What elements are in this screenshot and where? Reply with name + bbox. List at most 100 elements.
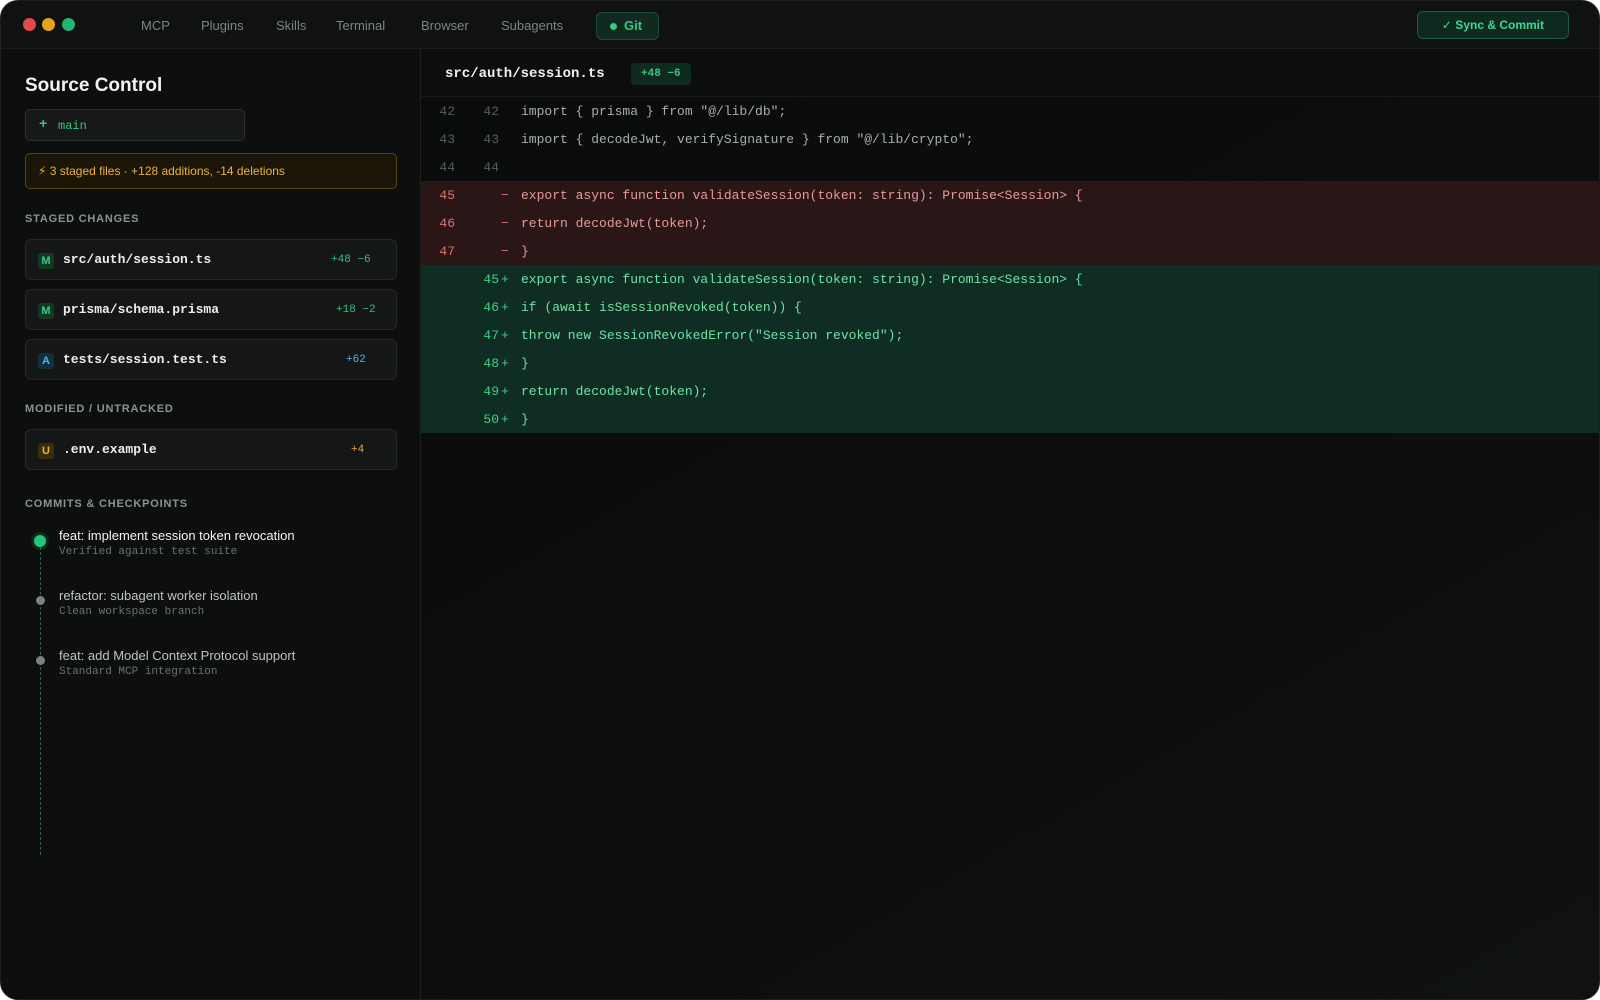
commit-title[interactable]: refactor: subagent worker isolation: [59, 588, 258, 603]
diff-line-added[interactable]: 48 + }: [421, 349, 1599, 377]
commit-node-current: [34, 535, 46, 547]
staged-file-item[interactable]: A tests/session.test.ts +62: [25, 339, 397, 380]
commit-title[interactable]: feat: implement session token revocation: [59, 528, 295, 543]
diff-lines: 42 42 import { prisma } from "@/lib/db";…: [421, 97, 1599, 433]
new-line-number: 42: [483, 104, 499, 119]
new-line-number: 48: [483, 356, 499, 371]
added-badge: A: [38, 353, 54, 369]
diff-line-context[interactable]: 44 44: [421, 153, 1599, 181]
commit-timeline-line: [40, 537, 41, 855]
commit-subtitle: Standard MCP integration: [59, 666, 218, 678]
old-line-number: 43: [439, 132, 455, 147]
maximize-window-button[interactable]: [62, 18, 75, 31]
modified-untracked-heading: MODIFIED / UNTRACKED: [25, 403, 174, 415]
diff-sign: +: [501, 412, 509, 427]
old-line-number: 47: [439, 244, 455, 259]
old-line-number: 46: [439, 216, 455, 231]
modified-file-item[interactable]: U .env.example +4: [25, 429, 397, 470]
new-line-number: 46: [483, 300, 499, 315]
editor-file-name: src/auth/session.ts: [445, 66, 605, 82]
code-text: return decodeJwt(token);: [521, 216, 709, 231]
file-path: tests/session.test.ts: [63, 352, 227, 367]
diff-sign: +: [501, 300, 509, 315]
diff-line-added[interactable]: 45 + export async function validateSessi…: [421, 265, 1599, 293]
file-path: prisma/schema.prisma: [63, 302, 220, 317]
commit-subtitle: Clean workspace branch: [59, 606, 205, 618]
old-line-number: 42: [439, 104, 455, 119]
tab-plugins[interactable]: Plugins: [201, 18, 244, 33]
new-line-number: 49: [483, 384, 499, 399]
diff-sign: −: [501, 188, 509, 203]
diff-line-added[interactable]: 46 + if (await isSessionRevoked(token)) …: [421, 293, 1599, 321]
diff-sign: −: [501, 244, 509, 259]
untracked-badge: U: [38, 443, 54, 459]
tab-subagents[interactable]: Subagents: [501, 18, 563, 33]
diff-line-added[interactable]: 47 + throw new SessionRevokedError("Sess…: [421, 321, 1599, 349]
source-control-sidebar: Source Control + main ⚡ 3 staged files ·…: [1, 49, 421, 999]
commit-node: [36, 656, 45, 665]
tab-git[interactable]: Git: [596, 12, 660, 40]
file-path: .env.example: [63, 442, 157, 457]
commits-heading: COMMITS & CHECKPOINTS: [25, 498, 188, 510]
file-diff-stat: +48 −6: [331, 254, 371, 266]
diff-line-deleted[interactable]: 47 − }: [421, 237, 1599, 265]
diff-line-deleted[interactable]: 45 − export async function validateSessi…: [421, 181, 1599, 209]
minimize-window-button[interactable]: [42, 18, 55, 31]
new-line-number: 43: [483, 132, 499, 147]
new-line-number: 44: [483, 160, 499, 175]
staged-file-item[interactable]: M prisma/schema.prisma +18 −2: [25, 289, 397, 330]
tab-git-label: Git: [624, 18, 643, 33]
code-text: import { decodeJwt, verifySignature } fr…: [521, 132, 974, 147]
code-text: import { prisma } from "@/lib/db";: [521, 104, 787, 119]
title-bar: MCP Plugins Skills Terminal Browser Suba…: [1, 1, 1599, 49]
commit-node: [36, 596, 45, 605]
diff-line-context[interactable]: 42 42 import { prisma } from "@/lib/db";: [421, 97, 1599, 125]
diff-sign: +: [501, 356, 509, 371]
editor-diff-stat: +48 −6: [631, 63, 691, 85]
diff-line-context[interactable]: 43 43 import { decodeJwt, verifySignatur…: [421, 125, 1599, 153]
code-text: throw new SessionRevokedError("Session r…: [521, 328, 904, 343]
new-line-number: 50: [483, 412, 499, 427]
app-window: MCP Plugins Skills Terminal Browser Suba…: [0, 0, 1600, 1000]
staged-summary-banner: ⚡ 3 staged files · +128 additions, -14 d…: [25, 153, 397, 189]
new-line-number: 45: [483, 272, 499, 287]
tab-skills[interactable]: Skills: [276, 18, 306, 33]
sync-commit-button[interactable]: ✓ Sync & Commit: [1416, 11, 1569, 39]
code-text: }: [521, 412, 529, 427]
commit-title[interactable]: feat: add Model Context Protocol support: [59, 648, 295, 663]
diff-sign: +: [501, 384, 509, 399]
code-text: if (await isSessionRevoked(token)) {: [521, 300, 802, 315]
code-text: export async function validateSession(to…: [521, 188, 1083, 203]
tab-terminal[interactable]: Terminal: [336, 18, 385, 33]
branch-selector[interactable]: + main: [25, 109, 245, 141]
tab-mcp[interactable]: MCP: [141, 18, 170, 33]
old-line-number: 44: [439, 160, 455, 175]
close-window-button[interactable]: [23, 18, 36, 31]
diff-sign: +: [501, 272, 509, 287]
diff-sign: −: [501, 216, 509, 231]
branch-plus-icon: +: [39, 117, 48, 133]
old-line-number: 45: [439, 188, 455, 203]
code-text: }: [521, 356, 529, 371]
diff-line-deleted[interactable]: 46 − return decodeJwt(token);: [421, 209, 1599, 237]
file-diff-stat: +18 −2: [336, 304, 376, 316]
diff-line-added[interactable]: 49 + return decodeJwt(token);: [421, 377, 1599, 405]
code-text: return decodeJwt(token);: [521, 384, 709, 399]
staged-file-item[interactable]: M src/auth/session.ts +48 −6: [25, 239, 397, 280]
diff-line-added[interactable]: 50 + }: [421, 405, 1599, 433]
file-path: src/auth/session.ts: [63, 252, 212, 267]
modified-badge: M: [38, 303, 54, 319]
file-diff-stat: +4: [351, 444, 365, 456]
diff-editor: src/auth/session.ts +48 −6 42 42 import …: [421, 49, 1599, 999]
tab-browser[interactable]: Browser: [421, 18, 469, 33]
diff-sign: +: [501, 328, 509, 343]
editor-header: src/auth/session.ts +48 −6: [421, 49, 1599, 97]
new-line-number: 47: [483, 328, 499, 343]
branch-name: main: [58, 119, 87, 133]
file-diff-stat: +62: [346, 354, 366, 366]
sidebar-title: Source Control: [25, 75, 163, 96]
active-status-dot: [610, 23, 617, 30]
code-text: }: [521, 244, 529, 259]
commit-subtitle: Verified against test suite: [59, 546, 238, 558]
modified-badge: M: [38, 253, 54, 269]
